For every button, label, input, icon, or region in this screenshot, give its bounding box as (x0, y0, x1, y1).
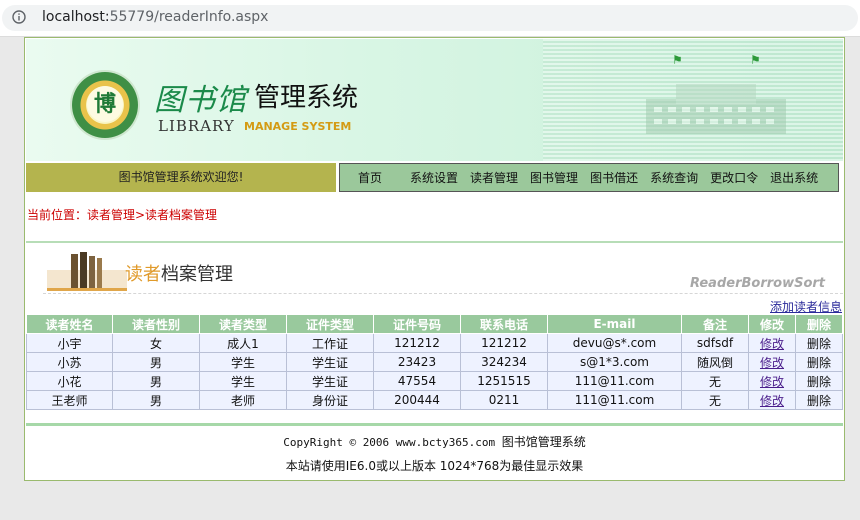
menu-item-home[interactable]: 首页 (358, 169, 382, 186)
cell-phone: 0211 (460, 390, 548, 410)
browser-note: 本站请使用IE6.0或以上版本 1024*768为最佳显示效果 (285, 459, 584, 473)
menu-item-readers[interactable]: 读者管理 (470, 169, 518, 186)
breadcrumb: 当前位置：读者管理>读者档案管理 (27, 208, 218, 222)
table-row: 王老师 男 老师 身份证 200444 0211 111@11.com 无 修改… (26, 390, 843, 410)
cell-phone: 324234 (460, 352, 548, 372)
cell-email: s@1*3.com (547, 352, 682, 372)
delete-button[interactable]: 删除 (795, 371, 843, 391)
address-bar: localhost:55779/readerInfo.aspx (0, 0, 860, 37)
url-path: 55779/readerInfo.aspx (109, 9, 269, 25)
table-header-row: 读者姓名 读者性别 读者类型 证件类型 证件号码 联系电话 E-mail 备注 … (26, 314, 843, 334)
menu-item-books[interactable]: 图书管理 (530, 169, 578, 186)
cell-reader-type: 成人1 (199, 333, 287, 353)
title-cn-system: 管理系统 (254, 83, 359, 113)
column-header: E-mail (547, 314, 682, 334)
section-title: 读者档案管理 (125, 260, 233, 286)
cell-reader-type: 学生 (199, 371, 287, 391)
cell-email: devu@s*.com (547, 333, 682, 353)
cell-name: 小花 (26, 371, 113, 391)
footer-divider (26, 423, 843, 426)
cell-remark: 无 (681, 390, 749, 410)
cell-gender: 男 (112, 352, 200, 372)
library-logo: 博 (72, 72, 138, 138)
cell-phone: 1251515 (460, 371, 548, 391)
cell-gender: 男 (112, 371, 200, 391)
divider (26, 241, 843, 243)
cell-id-number: 121212 (373, 333, 461, 353)
flag-icon: ⚑ (672, 53, 683, 67)
welcome-text: 图书馆管理系统欢迎您! (26, 163, 336, 192)
cell-id-type: 学生证 (286, 371, 374, 391)
cell-reader-type: 学生 (199, 352, 287, 372)
section-underline (43, 293, 843, 295)
section-title-highlight: 读者 (125, 264, 161, 285)
column-header: 证件号码 (373, 314, 461, 334)
title-en-system: MANAGE SYSTEM (244, 120, 352, 133)
cell-id-type: 学生证 (286, 352, 374, 372)
edit-link[interactable]: 修改 (748, 333, 796, 353)
cell-gender: 女 (112, 333, 200, 353)
menu-item-logout[interactable]: 退出系统 (770, 169, 818, 186)
header-banner: ⚑ ⚑ 博 图书馆 管理系统 LIBRARY MANAGE SYSTEM (26, 39, 843, 162)
info-icon[interactable] (12, 10, 26, 24)
url-text: localhost:55779/readerInfo.aspx (42, 9, 268, 25)
column-header: 读者类型 (199, 314, 287, 334)
cell-name: 王老师 (26, 390, 113, 410)
cell-email: 111@11.com (547, 371, 682, 391)
column-header: 联系电话 (460, 314, 548, 334)
title-en-library: LIBRARY (158, 117, 235, 135)
flag-icon: ⚑ (750, 53, 761, 67)
delete-button[interactable]: 删除 (795, 352, 843, 372)
logo-text: 博 (87, 86, 123, 122)
copyright-system-name: 图书馆管理系统 (501, 435, 586, 449)
books-icon (47, 252, 127, 291)
menu-item-query[interactable]: 系统查询 (650, 169, 698, 186)
cell-id-number: 47554 (373, 371, 461, 391)
cell-id-type: 工作证 (286, 333, 374, 353)
main-menu: 首页 系统设置 读者管理 图书管理 图书借还 系统查询 更改口令 退出系统 (339, 163, 839, 192)
column-header: 备注 (681, 314, 749, 334)
menu-item-borrow-return[interactable]: 图书借还 (590, 169, 638, 186)
reader-table: 读者姓名 读者性别 读者类型 证件类型 证件号码 联系电话 E-mail 备注 … (26, 314, 843, 410)
delete-button[interactable]: 删除 (795, 333, 843, 353)
section-title-en: ReaderBorrowSort (690, 276, 826, 291)
nav-bar: 图书馆管理系统欢迎您! 首页 系统设置 读者管理 图书管理 图书借还 系统查询 … (26, 161, 843, 193)
cell-remark: sdfsdf (681, 333, 749, 353)
page: ⚑ ⚑ 博 图书馆 管理系统 LIBRARY MANAGE SYSTEM 图书馆… (24, 37, 845, 481)
url-field[interactable]: localhost:55779/readerInfo.aspx (2, 5, 858, 31)
cell-email: 111@11.com (547, 390, 682, 410)
column-header: 证件类型 (286, 314, 374, 334)
table-row: 小苏 男 学生 学生证 23423 324234 s@1*3.com 随风倒 修… (26, 352, 843, 372)
table-row: 小花 男 学生 学生证 47554 1251515 111@11.com 无 修… (26, 371, 843, 391)
cell-id-type: 身份证 (286, 390, 374, 410)
column-header: 删除 (795, 314, 843, 334)
cell-id-number: 23423 (373, 352, 461, 372)
cell-gender: 男 (112, 390, 200, 410)
menu-item-change-password[interactable]: 更改口令 (710, 169, 758, 186)
column-header: 读者性别 (112, 314, 200, 334)
menu-item-settings[interactable]: 系统设置 (410, 169, 458, 186)
column-header: 读者姓名 (26, 314, 113, 334)
library-building-image (646, 84, 786, 134)
title-cn-library: 图书馆 (154, 83, 247, 118)
cell-remark: 随风倒 (681, 352, 749, 372)
edit-link[interactable]: 修改 (748, 352, 796, 372)
url-host: localhost: (42, 9, 110, 25)
cell-name: 小宇 (26, 333, 113, 353)
column-header: 修改 (748, 314, 796, 334)
edit-link[interactable]: 修改 (748, 390, 796, 410)
delete-button[interactable]: 删除 (795, 390, 843, 410)
section-title-rest: 档案管理 (161, 264, 233, 285)
cell-name: 小苏 (26, 352, 113, 372)
cell-phone: 121212 (460, 333, 548, 353)
copyright-text: CopyRight © 2006 www.bcty365.com (283, 436, 496, 449)
cell-remark: 无 (681, 371, 749, 391)
copyright: CopyRight © 2006 www.bcty365.com 图书馆管理系统 (25, 433, 844, 450)
cell-reader-type: 老师 (199, 390, 287, 410)
table-row: 小宇 女 成人1 工作证 121212 121212 devu@s*.com s… (26, 333, 843, 353)
add-reader-link[interactable]: 添加读者信息 (770, 298, 842, 315)
edit-link[interactable]: 修改 (748, 371, 796, 391)
cell-id-number: 200444 (373, 390, 461, 410)
